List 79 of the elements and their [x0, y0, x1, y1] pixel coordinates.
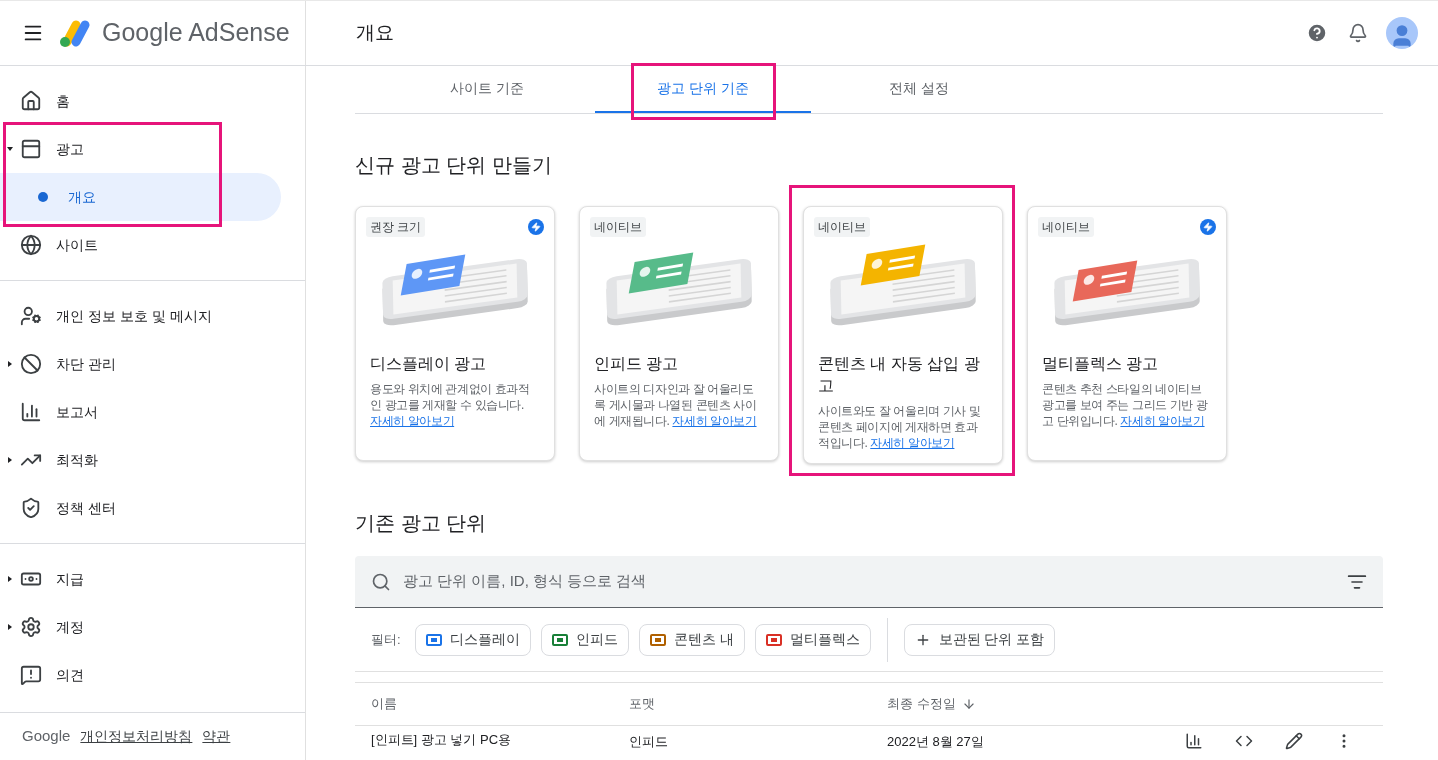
- learn-more-link[interactable]: 자세히 알아보기: [672, 414, 757, 428]
- filter-label: 필터:: [371, 630, 401, 649]
- learn-more-link[interactable]: 자세히 알아보기: [870, 436, 955, 450]
- card-title: 멀티플렉스 광고: [1042, 354, 1160, 374]
- feedback-icon: [20, 664, 42, 686]
- card-title: 인피드 광고: [594, 354, 680, 374]
- card-description: 사이트의 디자인과 잘 어울리도록 게시물과 나열된 콘텐츠 사이에 게재됩니다. 자세히 알아보기: [594, 381, 758, 429]
- nav-item[interactable]: 차단 관리: [0, 340, 281, 388]
- page-title: 개요: [356, 20, 395, 45]
- logo-icon: [58, 18, 92, 48]
- section-title: 신규 광고 단위 만들기: [355, 153, 553, 178]
- card-title: 디스플레이 광고: [370, 354, 488, 374]
- footer-link[interactable]: 개인정보처리방침: [80, 726, 193, 747]
- card-description: 콘텐츠 추천 스타일의 네이티브 광고를 보여 주는 그리드 기반 광고 단위입니다. 자세히 알아보기: [1042, 381, 1209, 429]
- edit-icon[interactable]: [1285, 732, 1303, 750]
- avatar[interactable]: [1386, 17, 1418, 49]
- search-bar[interactable]: 광고 단위 이름, ID, 형식 등으로 검색: [355, 556, 1383, 608]
- caret-icon[interactable]: [7, 361, 13, 367]
- caret-icon[interactable]: [7, 624, 13, 630]
- block-icon: [20, 353, 42, 375]
- card-badge: 네이티브: [814, 217, 870, 237]
- caret-icon[interactable]: [7, 576, 13, 582]
- nav-item[interactable]: 보고서: [0, 388, 281, 436]
- section-title: 기존 광고 단위: [355, 511, 488, 536]
- search-icon: [371, 571, 391, 592]
- ad-type-card[interactable]: 권장 크기 디스플레이 광고 용도와 위치에 관계없이 효과적인 광고를 게재할 수 있습니다. 자세히 알아보기: [355, 206, 555, 461]
- table-cell-text: [인피트] 광고 넣기 PC용: [370, 731, 513, 749]
- product-name: Google AdSense: [102, 17, 290, 49]
- nav-item[interactable]: 최적화: [0, 436, 281, 484]
- column-header[interactable]: 최종 수정일: [871, 694, 1383, 714]
- person-gear-icon: [20, 305, 42, 327]
- ad-type-card[interactable]: 네이티브 콘텐츠 내 자동 삽입 광고 사이트와도 잘 어울리며 기사 및 콘텐츠 페이지에 게재하면 효과적입니다. 자세히 알아보기: [803, 206, 1003, 464]
- column-header[interactable]: 이름: [355, 694, 613, 714]
- filter-chip[interactable]: 멀티플렉스: [754, 623, 871, 656]
- lightning-icon: [528, 219, 544, 235]
- nav-item[interactable]: 홈: [0, 77, 281, 125]
- nav-subitem[interactable]: 개요: [0, 173, 281, 221]
- card-badge: 네이티브: [590, 217, 646, 237]
- card-badge: 권장 크기: [366, 217, 426, 237]
- nav-item[interactable]: 정책 센터: [0, 484, 281, 532]
- card-description: 사이트와도 잘 어울리며 기사 및 콘텐츠 페이지에 게재하면 효과적입니다. 자세히 알아보기: [818, 403, 982, 451]
- lightning-icon: [1200, 219, 1216, 235]
- nav-item[interactable]: 계정: [0, 603, 281, 651]
- notifications-button[interactable]: [1348, 23, 1368, 43]
- nav-item[interactable]: 지급: [0, 555, 281, 603]
- table-cell-text: 2022년 8월 27일: [886, 733, 985, 751]
- ad-frame-icon: [20, 138, 42, 160]
- nav-item[interactable]: 개인 정보 보호 및 메시지: [0, 292, 281, 340]
- filter-chip[interactable]: 인피드: [540, 623, 629, 656]
- nav-item[interactable]: 사이트: [0, 221, 281, 269]
- search-field[interactable]: 광고 단위 이름, ID, 형식 등으로 검색: [403, 570, 1347, 593]
- settings-icon: [20, 616, 42, 638]
- tab[interactable]: 전체 설정: [811, 66, 1027, 113]
- footer-link[interactable]: 약관: [202, 726, 231, 747]
- ad-type-card[interactable]: 네이티브 인피드 광고 사이트의 디자인과 잘 어울리도록 게시물과 나열된 콘텐츠 사이에 게재됩니다. 자세히 알아보기: [579, 206, 779, 461]
- learn-more-link[interactable]: 자세히 알아보기: [370, 414, 455, 428]
- card-description: 용도와 위치에 관계없이 효과적인 광고를 게재할 수 있습니다. 자세히 알아보기: [370, 381, 531, 429]
- shield-icon: [20, 497, 42, 519]
- browser-window-icon: [20, 234, 42, 256]
- tab[interactable]: 광고 단위 기준: [595, 66, 811, 113]
- report-icon[interactable]: [1185, 732, 1203, 750]
- filter-chip[interactable]: 콘텐츠 내: [638, 623, 745, 656]
- nav-item[interactable]: 의견: [0, 651, 281, 699]
- caret-icon[interactable]: [7, 457, 13, 463]
- caret-icon[interactable]: [7, 146, 13, 152]
- card-title: 콘텐츠 내 자동 삽입 광고: [818, 354, 981, 396]
- column-header[interactable]: 포맷: [613, 694, 871, 714]
- archived-units-button[interactable]: 보관된 단위 포함: [903, 623, 1056, 656]
- tab[interactable]: 사이트 기준: [379, 66, 595, 113]
- card-badge: 네이티브: [1038, 217, 1094, 237]
- help-button[interactable]: [1306, 22, 1328, 44]
- brand-name: Google: [22, 726, 71, 747]
- table-cell-text: 인피드: [628, 733, 669, 751]
- learn-more-link[interactable]: 자세히 알아보기: [1120, 414, 1205, 428]
- home-icon: [20, 90, 42, 112]
- nav-item[interactable]: 광고: [0, 125, 281, 173]
- filter-chip[interactable]: 디스플레이: [414, 623, 531, 656]
- ad-type-card[interactable]: 네이티브 멀티플렉스 광고 콘텐츠 추천 스타일의 네이티브 광고를 보여 주는 그리드 기반 광고 단위입니다. 자세히 알아보기: [1027, 206, 1227, 461]
- bar-chart-icon: [20, 401, 42, 423]
